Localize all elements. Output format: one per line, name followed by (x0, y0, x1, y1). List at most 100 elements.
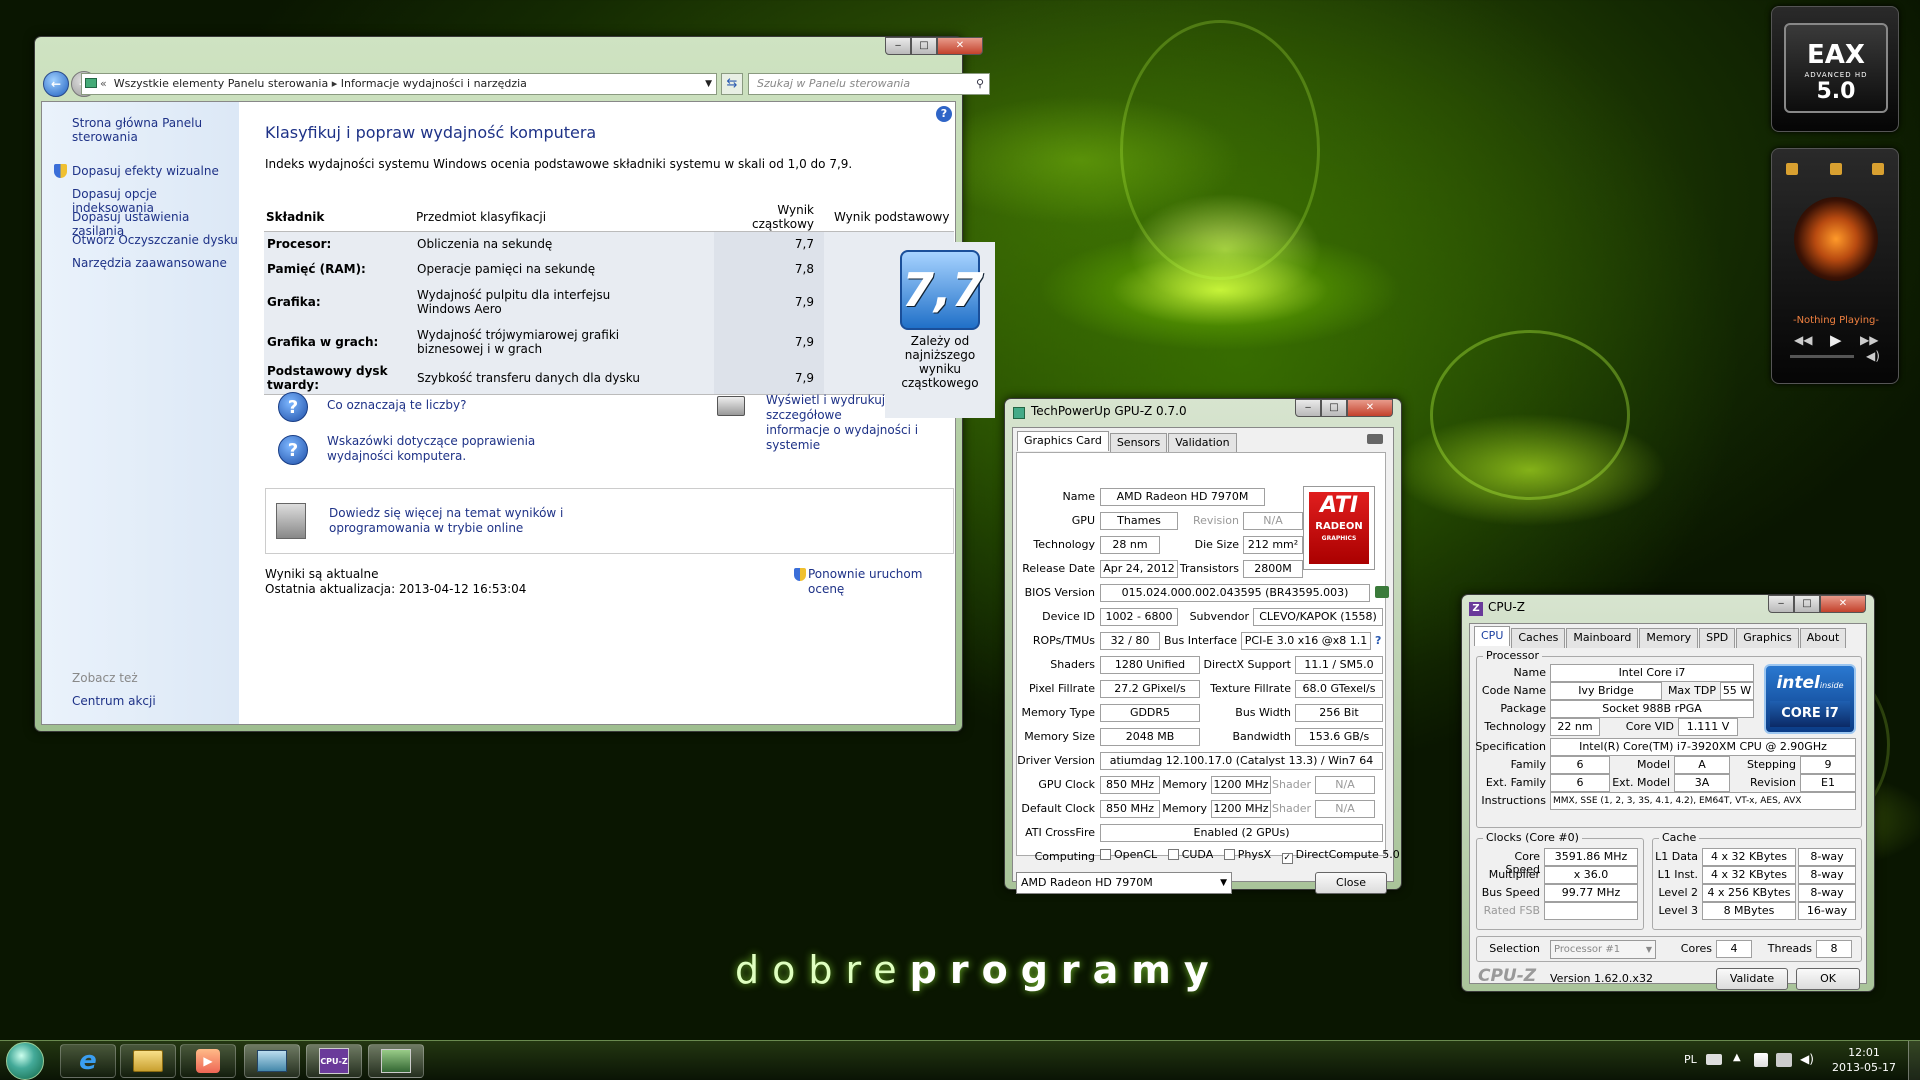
keyboard-icon[interactable] (1706, 1054, 1722, 1065)
tab-sensors[interactable]: Sensors (1109, 433, 1168, 453)
validate-button[interactable]: Validate (1716, 968, 1788, 990)
label-bus-width: Bus Width (1235, 706, 1291, 719)
tab-spd[interactable]: SPD (1699, 628, 1736, 648)
breadcrumb-part1[interactable]: Wszystkie elementy Panelu sterowania (114, 77, 328, 90)
sidebar-item-disk-cleanup[interactable]: Otwórz Oczyszczanie dysku (72, 233, 238, 247)
search-icon[interactable]: ⚲ (976, 74, 984, 94)
now-playing-text: -Nothing Playing- (1792, 315, 1880, 326)
help-icon[interactable]: ? (1375, 634, 1381, 647)
value-package: Socket 988B rPGA (1550, 700, 1754, 718)
sidebar-item-visual-effects[interactable]: Dopasuj efekty wizualne (72, 164, 219, 178)
taskbar-performance[interactable] (244, 1044, 300, 1078)
close-dialog-button[interactable]: Close (1315, 872, 1387, 894)
chevron-down-icon[interactable]: ▼ (705, 74, 712, 94)
volume-icon[interactable]: ◀) (1800, 1052, 1814, 1066)
value-memory-clock: 1200 MHz (1211, 776, 1271, 794)
page-title: Klasyfikuj i popraw wydajność komputera (265, 123, 597, 142)
address-bar[interactable]: « Wszystkie elementy Panelu sterowania ▸… (81, 73, 717, 95)
back-button[interactable]: ← (43, 71, 69, 97)
eax-gadget[interactable]: EAX ADVANCED HD 5.0 (1771, 6, 1899, 132)
physx-checkbox[interactable]: PhysX (1223, 848, 1271, 861)
taskbar-cpuz[interactable]: CPU-Z (306, 1044, 362, 1078)
minimize-button[interactable]: ‒ (1295, 399, 1321, 417)
action-center-flag-icon[interactable] (1754, 1053, 1768, 1067)
start-button[interactable] (6, 1042, 44, 1080)
minimize-button[interactable]: ‒ (885, 37, 911, 55)
learn-more-link[interactable]: Dowiedz się więcej na temat wyników i opr… (329, 506, 563, 536)
library-icon[interactable] (1830, 163, 1842, 175)
save-bios-icon[interactable] (1375, 586, 1389, 598)
processor-select[interactable]: Processor #1 ▼ (1550, 940, 1656, 959)
gpuz-body: Graphics Card Sensors Validation Name AM… (1012, 427, 1400, 894)
ok-button[interactable]: OK (1796, 968, 1860, 990)
chevron-down-icon[interactable]: ▼ (1220, 873, 1227, 893)
tab-cpu[interactable]: CPU (1474, 626, 1511, 646)
close-button[interactable]: ✕ (937, 37, 983, 55)
media-player-gadget: -Nothing Playing- ◀◀ ▶ ▶▶ ◀) (1771, 148, 1899, 384)
see-also-action-center-link[interactable]: Centrum akcji (72, 694, 156, 708)
print-details-link[interactable]: Wyświetl i wydrukuj szczegółowe informacj… (766, 393, 955, 453)
opencl-checkbox[interactable]: OpenCL (1100, 848, 1157, 861)
taskbar-media-player[interactable]: ▶ (180, 1044, 236, 1078)
label-package: Package (1500, 702, 1546, 715)
col-basescore: Wynik podstawowy (824, 203, 954, 232)
label-bus-interface: Bus Interface (1164, 634, 1237, 647)
tab-about[interactable]: About (1799, 628, 1847, 648)
value-l1-data-ways: 8-way (1798, 848, 1856, 866)
tab-graphics-card[interactable]: Graphics Card (1017, 431, 1109, 451)
search-input[interactable]: Szukaj w Panelu sterowania ⚲ (748, 73, 990, 95)
value-default-clock: 850 MHz (1100, 800, 1160, 818)
maximize-button[interactable]: □ (1321, 399, 1347, 417)
show-desktop-button[interactable] (1908, 1041, 1920, 1080)
show-hidden-icons-icon[interactable]: ▲ (1733, 1052, 1741, 1063)
value-rated-fsb (1544, 902, 1638, 920)
play-icon[interactable]: ▶ (1830, 331, 1842, 349)
label-crossfire: ATI CrossFire (1025, 826, 1095, 839)
status-last-update: Ostatnia aktualizacja: 2013-04-12 16:53:… (265, 582, 527, 596)
tab-graphics[interactable]: Graphics (1736, 628, 1799, 648)
taskbar-ie[interactable]: e (60, 1044, 116, 1078)
sidebar-item-advanced-tools[interactable]: Narzędzia zaawansowane (72, 256, 227, 270)
sidebar-home-link[interactable]: Strona główna Panelu sterowania (72, 116, 202, 144)
gpu-select[interactable]: AMD Radeon HD 7970M ▼ (1016, 872, 1232, 894)
label-family: Family (1510, 758, 1546, 771)
close-button[interactable]: ✕ (1347, 399, 1393, 417)
settings-icon[interactable] (1872, 163, 1884, 175)
what-numbers-mean-link[interactable]: Co oznaczają te liczby? (327, 398, 466, 413)
language-indicator[interactable]: PL (1684, 1053, 1697, 1066)
maximize-button[interactable]: □ (1794, 595, 1820, 613)
tips-link[interactable]: Wskazówki dotyczące poprawienia wydajnośc… (327, 434, 535, 464)
directcompute-checkbox[interactable]: ✓ DirectCompute 5.0 (1281, 848, 1400, 864)
window-controls: ‒ □ ✕ (1295, 399, 1393, 417)
network-icon[interactable] (1776, 1053, 1792, 1067)
breadcrumb-part2[interactable]: Informacje wydajności i narzędzia (341, 77, 527, 90)
seek-bar[interactable] (1790, 355, 1854, 358)
previous-icon[interactable]: ◀◀ (1794, 333, 1812, 347)
chevron-down-icon[interactable]: ▼ (1646, 941, 1652, 958)
value-name: AMD Radeon HD 7970M (1100, 488, 1265, 506)
clock[interactable]: 12:01 2013-05-17 (1826, 1045, 1902, 1075)
subscore-value: 7,7 (714, 231, 824, 257)
volume-icon[interactable]: ◀) (1866, 349, 1880, 363)
next-icon[interactable]: ▶▶ (1860, 333, 1878, 347)
learn-more-box: Dowiedz się więcej na temat wyników i opr… (265, 488, 954, 554)
minimize-button[interactable]: ‒ (1768, 595, 1794, 613)
rerun-assessment-link[interactable]: Ponownie uruchom ocenę (808, 567, 955, 597)
label-device-id: Device ID (1042, 610, 1095, 623)
label-default-shader: Shader (1272, 802, 1311, 815)
tab-memory[interactable]: Memory (1639, 628, 1699, 648)
close-button[interactable]: ✕ (1820, 595, 1866, 613)
cuda-checkbox[interactable]: CUDA (1167, 848, 1213, 861)
tab-validation[interactable]: Validation (1168, 433, 1237, 453)
refresh-button[interactable]: ⇆ (721, 73, 743, 95)
maximize-button[interactable]: □ (911, 37, 937, 55)
taskbar-explorer[interactable] (120, 1044, 176, 1078)
taskbar-gpuz[interactable] (368, 1044, 424, 1078)
playlist-icon[interactable] (1786, 163, 1798, 175)
taskbar: e ▶ CPU-Z PL ▲ ◀) 12:01 2013-05-17 (0, 1040, 1920, 1080)
camera-icon[interactable] (1367, 434, 1383, 444)
tab-mainboard[interactable]: Mainboard (1566, 628, 1639, 648)
wallpaper-swirl (1120, 20, 1320, 280)
help-icon[interactable]: ? (936, 106, 952, 122)
tab-caches[interactable]: Caches (1511, 628, 1566, 648)
